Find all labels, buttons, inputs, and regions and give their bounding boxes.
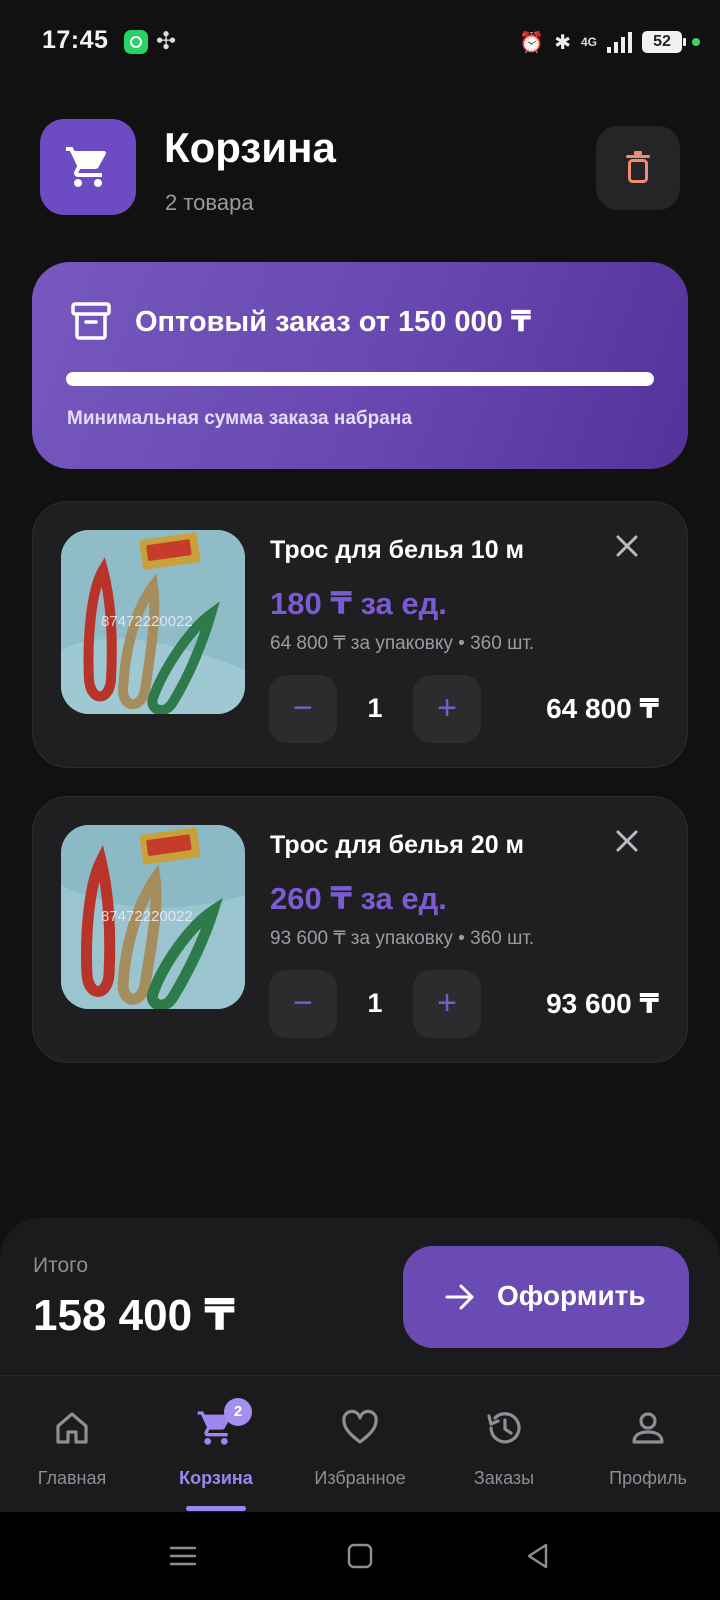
recent-apps-icon[interactable] [167, 1540, 199, 1572]
wholesale-progress-bar [66, 372, 654, 386]
page-title: Корзина [164, 124, 336, 171]
app-leaf-icon: ✣ [156, 28, 177, 55]
status-bar: 17:45 ✣ ⏰ ✱ 4G 52 [0, 0, 720, 84]
quantity-value: 1 [367, 988, 383, 1018]
item-count: 2 товара [165, 190, 254, 215]
alarm-icon: ⏰ [519, 31, 545, 54]
checkout-label: Оформить [497, 1280, 646, 1311]
quantity-value: 1 [367, 693, 383, 723]
bottom-tab-bar: Главная 2 Корзина Избранное Заказы Профи… [0, 1375, 720, 1513]
line-total: 93 600 ₸ [546, 988, 659, 1019]
arrow-right-icon [445, 1284, 474, 1310]
tab-profile[interactable]: Профиль [576, 1376, 720, 1513]
product-name: Трос для белья 20 м [270, 831, 525, 859]
cart-icon [66, 147, 107, 187]
unit-price: 180 ₸ за ед. [270, 586, 447, 621]
back-icon[interactable] [522, 1540, 554, 1572]
whatsapp-icon [124, 30, 148, 54]
tab-orders[interactable]: Заказы [432, 1376, 576, 1513]
product-photo: 87472220022 [61, 825, 245, 1009]
decrease-quantity-button[interactable]: − [269, 970, 337, 1038]
tab-label: Заказы [473, 1468, 535, 1488]
tab-cart[interactable]: 2 Корзина [144, 1376, 288, 1513]
status-time: 17:45 [42, 26, 109, 54]
signal-icon [607, 31, 632, 53]
remove-item-button[interactable] [613, 827, 641, 855]
privacy-dot-icon [692, 38, 700, 46]
tab-label: Корзина [179, 1468, 253, 1488]
unit-price: 260 ₸ за ед. [270, 881, 447, 916]
system-navigation-bar [0, 1512, 720, 1600]
network-type: 4G [580, 35, 597, 49]
home-button-icon[interactable] [344, 1540, 376, 1572]
product-photo: 87472220022 [61, 530, 245, 714]
tab-label: Избранное [314, 1468, 406, 1488]
wholesale-progress-fill [66, 372, 654, 386]
clear-cart-button[interactable] [596, 126, 680, 210]
image-watermark: 87472220022 [101, 908, 193, 925]
wholesale-note: Минимальная сумма заказа набрана [67, 408, 412, 429]
total-value: 158 400 ₸ [33, 1291, 235, 1340]
checkout-button[interactable]: Оформить [403, 1246, 689, 1348]
history-icon [487, 1412, 521, 1444]
product-name: Трос для белья 10 м [270, 536, 525, 564]
battery-icon: 52 [642, 31, 686, 53]
bluetooth-icon: ✱ [554, 31, 571, 54]
cart-item: 87472220022 Трос для белья 20 м 260 ₸ за… [32, 796, 688, 1063]
home-icon [56, 1412, 88, 1444]
cart-logo [40, 119, 136, 215]
pack-info: 64 800 ₸ за упаковку • 360 шт. [270, 633, 535, 654]
product-image: 87472220022 [61, 825, 245, 1009]
remove-item-button[interactable] [613, 532, 641, 560]
trash-icon [626, 151, 650, 183]
archive-box-icon [71, 302, 111, 340]
tab-label: Профиль [609, 1468, 687, 1488]
tab-home[interactable]: Главная [0, 1376, 144, 1513]
pack-info: 93 600 ₸ за упаковку • 360 шт. [270, 928, 535, 949]
tab-label: Главная [37, 1468, 107, 1488]
increase-quantity-button[interactable]: + [413, 970, 481, 1038]
image-watermark: 87472220022 [101, 613, 193, 630]
heart-icon [342, 1409, 378, 1444]
cart-item: 87472220022 Трос для белья 10 м 180 ₸ за… [32, 501, 688, 768]
line-total: 64 800 ₸ [546, 693, 659, 724]
wholesale-banner: Оптовый заказ от 150 000 ₸ Минимальная с… [32, 262, 688, 469]
user-icon [632, 1412, 664, 1444]
order-summary: Итого 158 400 ₸ Оформить [0, 1218, 720, 1375]
wholesale-title: Оптовый заказ от 150 000 ₸ [135, 306, 532, 338]
decrease-quantity-button[interactable]: − [269, 675, 337, 743]
tab-favorites[interactable]: Избранное [288, 1376, 432, 1513]
product-image: 87472220022 [61, 530, 245, 714]
total-label: Итого [33, 1254, 89, 1277]
increase-quantity-button[interactable]: + [413, 675, 481, 743]
active-tab-indicator [186, 1506, 246, 1511]
cart-count-badge: 2 [224, 1398, 252, 1426]
